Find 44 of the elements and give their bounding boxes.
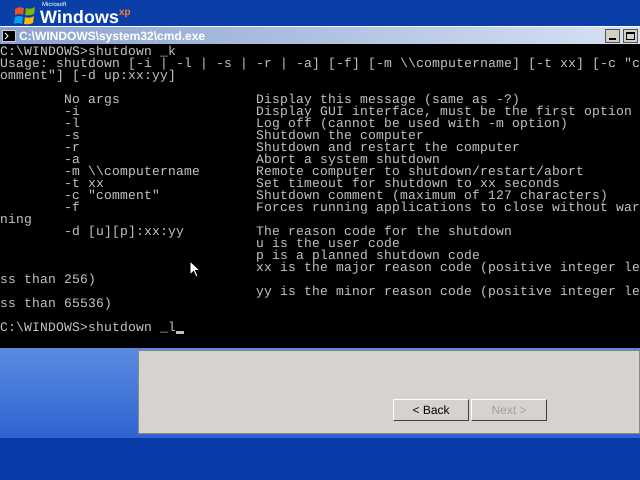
maximize-icon: [626, 32, 635, 40]
option-description: Log off (cannot be used with -m option): [256, 118, 568, 130]
console-line: ss than 65536): [0, 298, 112, 310]
maximize-button[interactable]: [623, 28, 638, 42]
option-name: -d [u][p]:xx:yy: [64, 226, 184, 238]
text-cursor: [176, 331, 184, 334]
wizard-button[interactable]: < Back: [393, 399, 469, 421]
option-name: -a: [64, 154, 80, 166]
option-name: -i: [64, 106, 80, 118]
command-prompt: C:\WINDOWS>shutdown _l: [0, 322, 176, 334]
console-line: ning: [0, 214, 32, 226]
option-name: -c "comment": [64, 190, 160, 202]
window-title: C:\WINDOWS\system32\cmd.exe: [19, 30, 206, 42]
console-line: omment"] [-d up:xx:yy]: [0, 70, 176, 82]
option-description: Display this message (same as -?): [256, 94, 520, 106]
option-name: -r: [64, 142, 80, 154]
option-name: No args: [64, 94, 120, 106]
logo-edition: xp: [118, 8, 131, 18]
option-description: Remote computer to shutdown/restart/abort: [256, 166, 584, 178]
console-line: Usage: shutdown [-i | -l | -s | -r | -a] [-f] [-m \\computername] [-t xx] [-c "c: [0, 58, 640, 70]
option-description: p is a planned shutdown code: [256, 250, 480, 262]
option-description: Set timeout for shutdown to xx seconds: [256, 178, 560, 190]
option-description: Forces running applications to close without war: [256, 202, 640, 214]
console-line: ss than 256): [0, 274, 96, 286]
option-name: -f: [64, 202, 80, 214]
minimize-button[interactable]: [605, 28, 620, 42]
option-description: xx is the major reason code (positive integer le: [256, 262, 640, 274]
option-name: -s: [64, 130, 80, 142]
option-description: Shutdown the computer: [256, 130, 424, 142]
option-description: Display GUI interface, must be the first option: [256, 106, 632, 118]
option-name: -t xx: [64, 178, 104, 190]
option-name: -m \\computername: [64, 166, 200, 178]
option-description: Shutdown and restart the computer: [256, 142, 520, 154]
option-description: yy is the minor reason code (positive integer le: [256, 286, 640, 298]
mouse-pointer-icon: [189, 260, 201, 279]
option-description: Abort a system shutdown: [256, 154, 440, 166]
option-name: -l: [64, 118, 80, 130]
option-description: u is the user code: [256, 238, 400, 250]
minimize-icon: [609, 38, 616, 40]
logo-text: Windows: [40, 8, 119, 26]
windows-flag-icon: [14, 6, 36, 26]
console-line: C:\WINDOWS>shutdown _k: [0, 46, 176, 58]
option-description: The reason code for the shutdown: [256, 226, 512, 238]
option-description: Shutdown comment (maximum of 127 characters): [256, 190, 608, 202]
